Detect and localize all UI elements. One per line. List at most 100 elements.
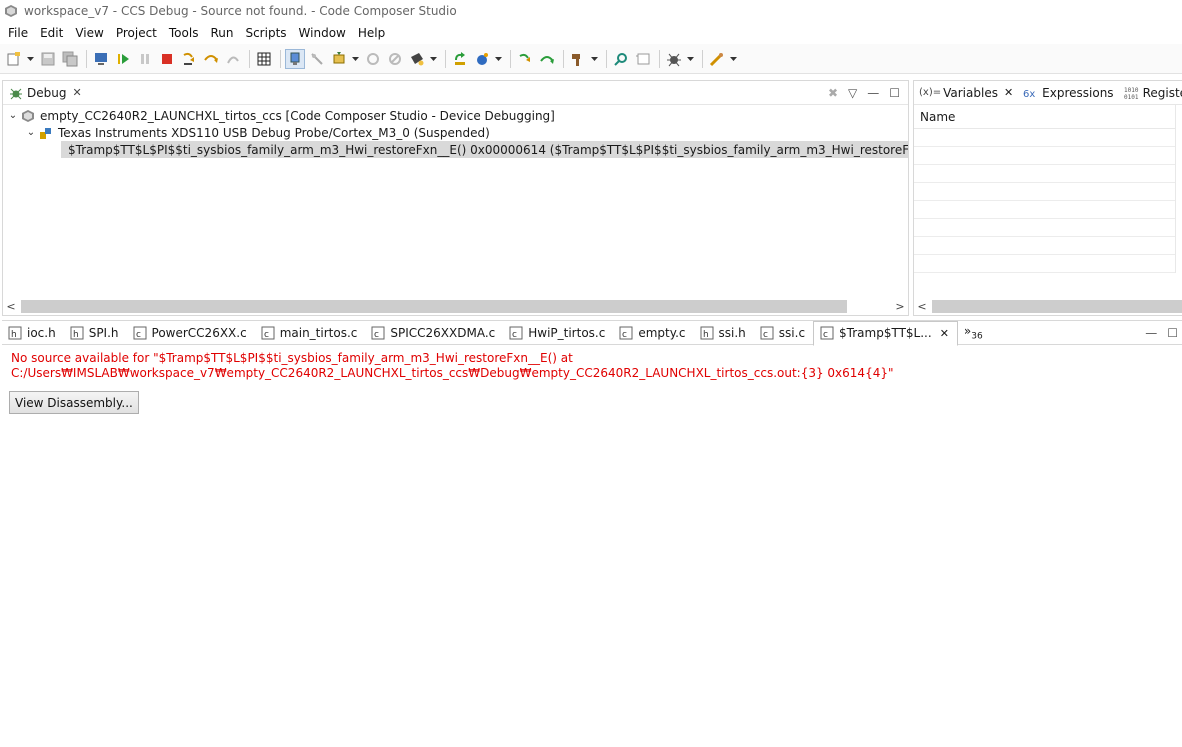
build-dropdown-icon[interactable] bbox=[590, 49, 598, 69]
chevron-down-icon[interactable]: ⌄ bbox=[7, 110, 19, 121]
tree-item-probe[interactable]: ⌄ Texas Instruments XDS110 USB Debug Pro… bbox=[25, 124, 490, 141]
menu-project[interactable]: Project bbox=[110, 26, 163, 40]
new-dropdown-icon[interactable] bbox=[26, 49, 34, 69]
remove-all-terminated-icon[interactable]: ✖ bbox=[828, 86, 838, 100]
debug-horizontal-scrollbar[interactable]: < > bbox=[3, 297, 908, 315]
maximize-icon[interactable]: ☐ bbox=[1167, 326, 1178, 340]
tree-item-label: empty_CC2640R2_LAUNCHXL_tirtos_ccs [Code… bbox=[40, 108, 555, 123]
build-icon[interactable] bbox=[568, 49, 588, 69]
tab-label: empty.c bbox=[638, 325, 686, 340]
tab-spicc26xxdma-c[interactable]: c SPICC26XXDMA.c bbox=[365, 321, 503, 345]
svg-text:c: c bbox=[512, 330, 517, 340]
clock-dropdown-icon[interactable] bbox=[494, 49, 502, 69]
tab-empty-c[interactable]: c empty.c bbox=[613, 321, 693, 345]
run-dropdown-icon[interactable] bbox=[729, 49, 737, 69]
load-program-icon[interactable] bbox=[329, 49, 349, 69]
clock-icon[interactable] bbox=[472, 49, 492, 69]
save-icon[interactable] bbox=[38, 49, 58, 69]
tab-registers[interactable]: 10100101 Registers bbox=[1119, 81, 1182, 105]
step-over-icon[interactable] bbox=[201, 49, 221, 69]
tab-ssi-c[interactable]: c ssi.c bbox=[754, 321, 813, 345]
menu-scripts[interactable]: Scripts bbox=[239, 26, 292, 40]
c-file-icon: c bbox=[261, 326, 275, 340]
tab-spi-h[interactable]: h SPI.h bbox=[64, 321, 127, 345]
debug-view-controls: ✖ ▽ — ☐ bbox=[818, 81, 900, 105]
tab-powercc26xx-c[interactable]: c PowerCC26XX.c bbox=[127, 321, 255, 345]
scrollbar-thumb[interactable] bbox=[21, 299, 847, 313]
menu-bar: File Edit View Project Tools Run Scripts… bbox=[0, 23, 1182, 43]
breakpoint-dropdown-icon[interactable] bbox=[429, 49, 437, 69]
column-header-name[interactable]: Name bbox=[914, 105, 1176, 129]
search-icon[interactable] bbox=[611, 49, 631, 69]
table-row bbox=[914, 147, 1175, 165]
tree-item-project[interactable]: ⌄ empty_CC2640R2_LAUNCHXL_tirtos_ccs [Co… bbox=[7, 107, 555, 124]
maximize-icon[interactable]: ☐ bbox=[889, 86, 900, 100]
tab-label: main_tirtos.c bbox=[279, 325, 358, 340]
breakpoint-icon[interactable] bbox=[407, 49, 427, 69]
tab-expressions[interactable]: 6x Expressions bbox=[1018, 81, 1118, 105]
tab-tramp-active[interactable]: c $Tramp$TT$L... ✕ bbox=[813, 320, 958, 346]
view-disassembly-button[interactable]: View Disassembly... bbox=[9, 391, 139, 414]
tab-label: $Tramp$TT$L... bbox=[839, 326, 932, 340]
tab-variables[interactable]: (x)= Variables ✕ bbox=[914, 81, 1018, 105]
refresh-icon[interactable] bbox=[450, 49, 470, 69]
tab-ioc-h[interactable]: h ioc.h bbox=[2, 321, 64, 345]
suspend-icon[interactable] bbox=[135, 49, 155, 69]
step-into-icon[interactable] bbox=[179, 49, 199, 69]
table-row bbox=[914, 201, 1175, 219]
load-dropdown-icon[interactable] bbox=[351, 49, 359, 69]
tree-item-label: Texas Instruments XDS110 USB Debug Probe… bbox=[58, 125, 490, 140]
terminate-icon[interactable] bbox=[157, 49, 177, 69]
variables-horizontal-scrollbar[interactable]: < bbox=[914, 297, 1182, 315]
menu-window[interactable]: Window bbox=[293, 26, 352, 40]
menu-view[interactable]: View bbox=[69, 26, 109, 40]
disconnect-icon[interactable] bbox=[307, 49, 327, 69]
close-icon[interactable]: ✕ bbox=[940, 327, 949, 340]
tree-item-stack-frame[interactable]: $Tramp$TT$L$PI$$ti_sysbios_family_arm_m3… bbox=[61, 141, 908, 158]
tab-main-tirtos-c[interactable]: c main_tirtos.c bbox=[255, 321, 366, 345]
terminal-icon[interactable] bbox=[91, 49, 111, 69]
menu-tools[interactable]: Tools bbox=[163, 26, 205, 40]
scroll-left-icon[interactable]: < bbox=[914, 300, 930, 313]
debug-dropdown-icon[interactable] bbox=[686, 49, 694, 69]
scrollbar-track[interactable] bbox=[19, 299, 892, 313]
connect-target-icon[interactable] bbox=[285, 48, 305, 69]
minimize-icon[interactable]: — bbox=[867, 86, 879, 100]
scrollbar-track[interactable] bbox=[930, 299, 1182, 313]
close-icon[interactable]: ✕ bbox=[1004, 86, 1013, 99]
tab-ssi-h[interactable]: h ssi.h bbox=[694, 321, 754, 345]
chevron-down-icon[interactable]: ⌄ bbox=[25, 127, 37, 138]
scroll-left-icon[interactable]: < bbox=[3, 300, 19, 313]
menu-help[interactable]: Help bbox=[352, 26, 391, 40]
svg-text:c: c bbox=[264, 330, 269, 340]
menu-run[interactable]: Run bbox=[204, 26, 239, 40]
step-return-icon[interactable] bbox=[223, 49, 243, 69]
tab-hwip-tirtos-c[interactable]: c HwiP_tirtos.c bbox=[503, 321, 613, 345]
minimize-icon[interactable]: — bbox=[1145, 326, 1157, 340]
view-menu-icon[interactable]: ▽ bbox=[848, 86, 857, 100]
toolbar-separator bbox=[445, 49, 446, 68]
scrollbar-thumb[interactable] bbox=[932, 299, 1182, 313]
console-icon[interactable] bbox=[633, 49, 653, 69]
restart-icon[interactable] bbox=[363, 49, 383, 69]
table-row bbox=[914, 183, 1175, 201]
menu-file[interactable]: File bbox=[2, 26, 34, 40]
reset-icon[interactable] bbox=[385, 49, 405, 69]
assembly-step-over-icon[interactable] bbox=[537, 49, 557, 69]
tab-overflow-button[interactable]: »36 bbox=[964, 324, 983, 341]
tab-debug[interactable]: Debug ✕ bbox=[3, 81, 88, 105]
close-icon[interactable]: ✕ bbox=[72, 86, 81, 99]
table-row bbox=[914, 255, 1175, 273]
scroll-right-icon[interactable]: > bbox=[892, 300, 908, 313]
svg-text:c: c bbox=[763, 330, 768, 340]
resume-icon[interactable] bbox=[113, 49, 133, 69]
run-icon[interactable] bbox=[707, 49, 727, 69]
debug-icon[interactable] bbox=[664, 49, 684, 69]
memory-browser-icon[interactable] bbox=[254, 49, 274, 69]
save-all-icon[interactable] bbox=[60, 49, 80, 69]
c-file-icon: c bbox=[760, 326, 774, 340]
new-icon[interactable] bbox=[4, 49, 24, 69]
assembly-step-into-icon[interactable] bbox=[515, 49, 535, 69]
menu-edit[interactable]: Edit bbox=[34, 26, 69, 40]
toolbar-separator bbox=[280, 49, 281, 68]
